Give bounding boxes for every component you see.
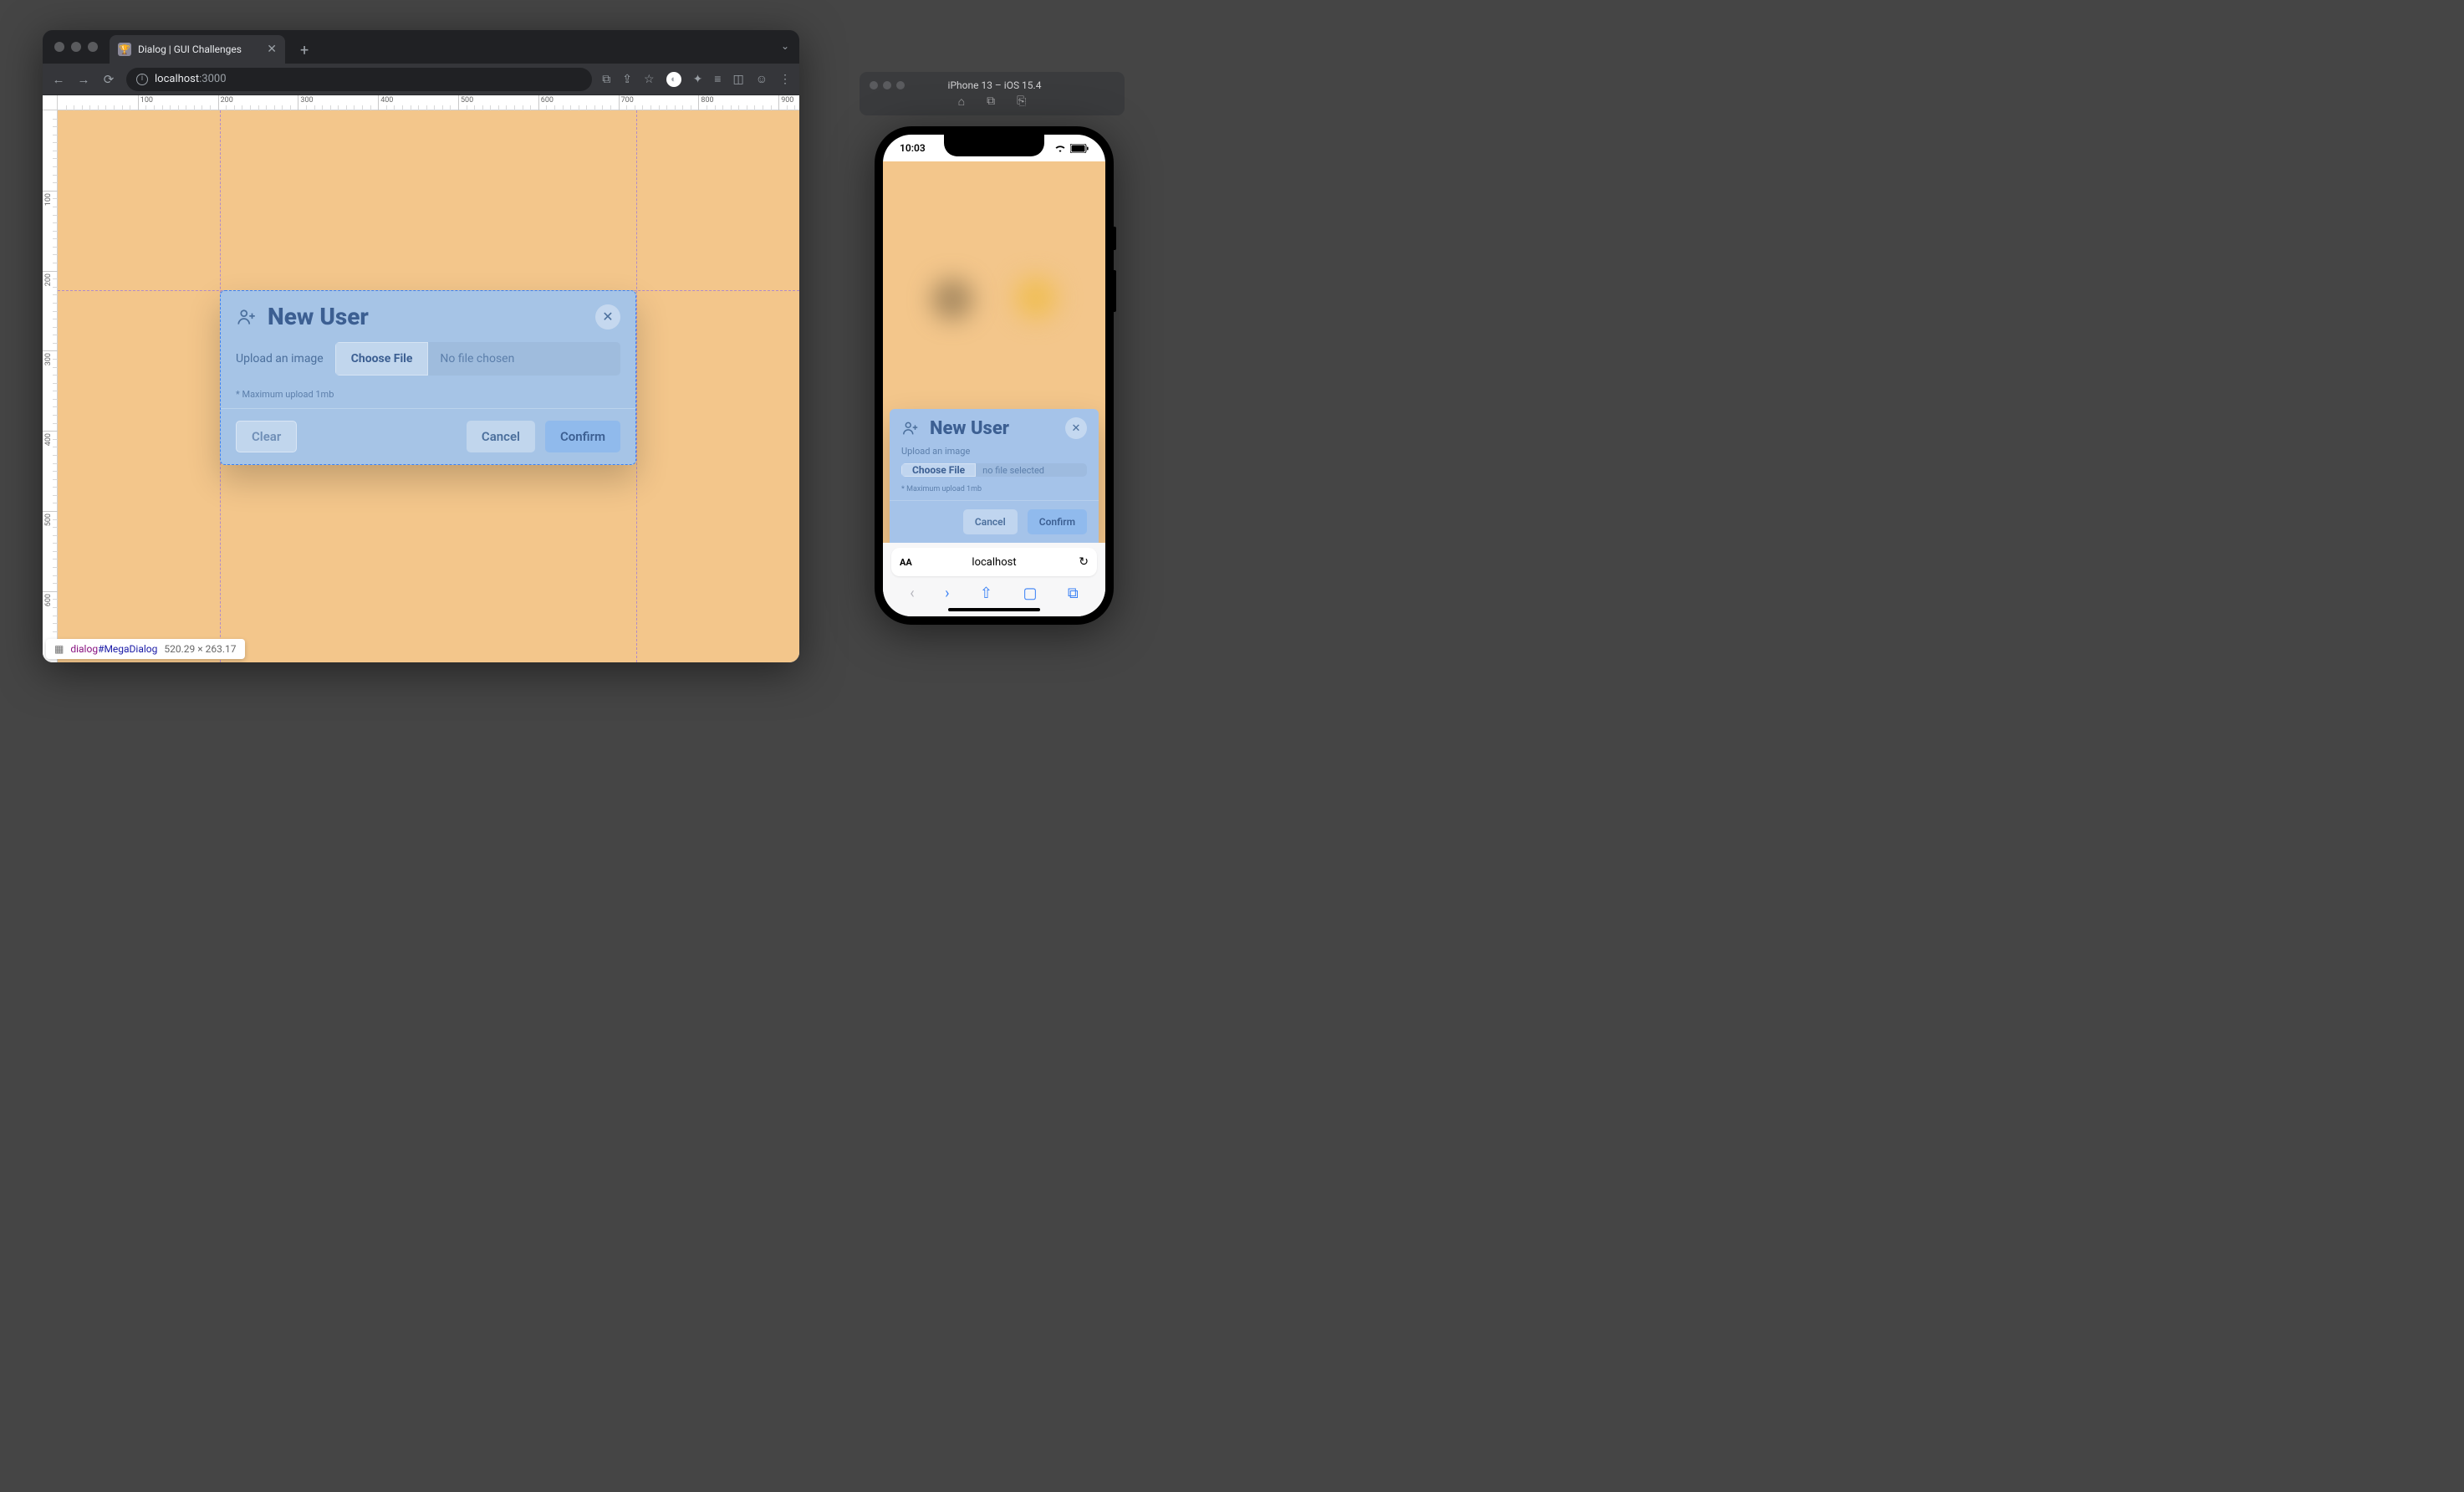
browser-tab[interactable]: 🏆 Dialog | GUI Challenges ✕	[110, 35, 285, 64]
guide-vertical	[636, 110, 637, 662]
choose-file-button[interactable]: Choose File	[901, 463, 976, 477]
file-input[interactable]: Choose File No file chosen	[335, 342, 620, 376]
ruler-vertical: 100200300400500600	[43, 110, 58, 662]
toolbar-icons: ⧉ ⇪ ☆ ◐ ✦ ≡ ◫ ☺ ⋮	[602, 72, 791, 87]
page-canvas: New User ✕ Upload an image Choose File N…	[58, 110, 799, 662]
new-user-dialog: New User ✕ Upload an image Choose File N…	[220, 290, 636, 465]
address-bar[interactable]: i localhost:3000	[126, 68, 592, 91]
tabs-icon[interactable]: ⧉	[1068, 585, 1079, 602]
minimize-dot[interactable]	[71, 42, 81, 52]
ruler-horizontal: 100200300400500600700800900	[58, 95, 799, 110]
safari-page: New User ✕ Upload an image Choose File n…	[883, 161, 1105, 543]
back-icon[interactable]: ‹	[910, 585, 914, 602]
iphone-device: 10:03	[875, 126, 1114, 625]
clear-button[interactable]: Clear	[236, 421, 297, 452]
choose-file-button[interactable]: Choose File	[335, 342, 429, 376]
dialog-title: New User	[268, 303, 369, 330]
tab-title: Dialog | GUI Challenges	[138, 43, 242, 55]
bookmark-star-icon[interactable]: ☆	[644, 73, 655, 86]
ruler-corner	[43, 95, 58, 110]
reading-list-icon[interactable]: ≡	[714, 72, 721, 86]
new-tab-button[interactable]: +	[293, 38, 315, 64]
dialog-close-button[interactable]: ✕	[1065, 417, 1087, 439]
confirm-button[interactable]: Confirm	[1028, 509, 1087, 534]
forward-icon[interactable]: ›	[945, 585, 949, 602]
upload-label: Upload an image	[901, 446, 1087, 457]
tab-close-icon[interactable]: ✕	[267, 43, 277, 56]
close-icon: ✕	[1072, 422, 1081, 435]
status-time: 10:03	[900, 142, 926, 154]
reload-icon[interactable]: ↻	[1079, 555, 1089, 569]
devtools-element-chip[interactable]: ▦ dialog#MegaDialog 520.29 × 263.17	[46, 639, 245, 659]
extension-icon[interactable]: ◐	[666, 72, 681, 87]
screenshot-icon[interactable]: ⧉	[987, 95, 995, 109]
dialog-body: Upload an image Choose File No file chos…	[221, 339, 635, 408]
dialog-title: New User	[930, 418, 1009, 439]
chip-dimensions: 520.29 × 263.17	[164, 643, 236, 655]
side-panel-icon[interactable]: ◫	[732, 73, 743, 86]
url-host: localhost	[155, 73, 199, 85]
dialog-close-button[interactable]: ✕	[595, 304, 620, 330]
upload-hint: * Maximum upload 1mb	[901, 485, 1087, 493]
chip-tag: dialog	[70, 643, 98, 655]
safari-url-bar[interactable]: AA localhost ↻	[891, 548, 1097, 576]
file-input[interactable]: Choose File no file selected	[901, 463, 1087, 477]
grid-icon: ▦	[54, 643, 64, 655]
chrome-toolbar: ← → ⟳ i localhost:3000 ⧉ ⇪ ☆ ◐ ✦ ≡ ◫ ☺ ⋮	[43, 64, 799, 95]
back-icon[interactable]: ←	[51, 72, 66, 87]
rotate-icon[interactable]: ⎘	[1017, 95, 1026, 109]
zoom-dot[interactable]	[88, 42, 98, 52]
confirm-button[interactable]: Confirm	[545, 421, 620, 452]
upload-hint: * Maximum upload 1mb	[236, 389, 620, 400]
cancel-button[interactable]: Cancel	[467, 421, 535, 452]
extensions-puzzle-icon[interactable]: ✦	[693, 73, 703, 86]
home-icon[interactable]: ⌂	[958, 95, 965, 109]
sim-traffic-lights[interactable]	[870, 81, 905, 89]
page-backdrop: New User ✕ Upload an image Choose File n…	[883, 161, 1105, 543]
cancel-button[interactable]: Cancel	[963, 509, 1018, 534]
iphone-screen: 10:03	[883, 135, 1105, 616]
share-icon[interactable]: ⇧	[980, 585, 992, 602]
sim-title: iPhone 13 – iOS 15.4	[913, 79, 1076, 91]
share-icon[interactable]: ⇪	[622, 73, 632, 86]
close-dot[interactable]	[54, 42, 64, 52]
forward-icon[interactable]: →	[76, 72, 91, 87]
dialog-header: New User ✕	[221, 291, 635, 339]
profile-icon[interactable]: ☺	[756, 72, 768, 86]
user-plus-icon	[236, 306, 258, 328]
upload-label: Upload an image	[236, 352, 324, 365]
notch	[944, 135, 1044, 156]
site-info-icon[interactable]: i	[136, 74, 148, 85]
chip-id: #MegaDialog	[98, 643, 157, 655]
tabs-dropdown-icon[interactable]: ⌄	[781, 40, 789, 52]
favicon-icon: 🏆	[118, 43, 131, 56]
bookmarks-icon[interactable]: ▢	[1023, 585, 1037, 602]
page-viewport: 100200300400500600700800900 100200300400…	[43, 95, 799, 662]
mobile-new-user-dialog: New User ✕ Upload an image Choose File n…	[890, 409, 1099, 543]
close-icon: ✕	[602, 309, 613, 324]
text-size-icon[interactable]: AA	[900, 557, 912, 568]
reload-icon[interactable]: ⟳	[101, 72, 116, 87]
simulator-window-bar: iPhone 13 – iOS 15.4 ⌂ ⧉ ⎘	[860, 72, 1125, 115]
chrome-window: 🏆 Dialog | GUI Challenges ✕ + ⌄ ← → ⟳ i …	[43, 30, 799, 662]
open-external-icon[interactable]: ⧉	[602, 73, 610, 86]
safari-toolbar: AA localhost ↻ ‹ › ⇧ ▢ ⧉	[883, 543, 1105, 616]
file-status: No file chosen	[428, 342, 620, 376]
file-status: no file selected	[976, 463, 1087, 477]
safari-url: localhost	[972, 556, 1016, 569]
chrome-tab-strip: 🏆 Dialog | GUI Challenges ✕ + ⌄	[43, 30, 799, 64]
dialog-footer: Clear Cancel Confirm	[221, 408, 635, 464]
home-indicator[interactable]	[948, 608, 1040, 611]
wifi-icon	[1053, 143, 1067, 153]
url-path: :3000	[199, 73, 226, 85]
kebab-menu-icon[interactable]: ⋮	[779, 73, 791, 86]
window-traffic-lights[interactable]	[54, 42, 98, 52]
user-plus-icon	[901, 419, 920, 437]
battery-icon	[1070, 144, 1089, 153]
